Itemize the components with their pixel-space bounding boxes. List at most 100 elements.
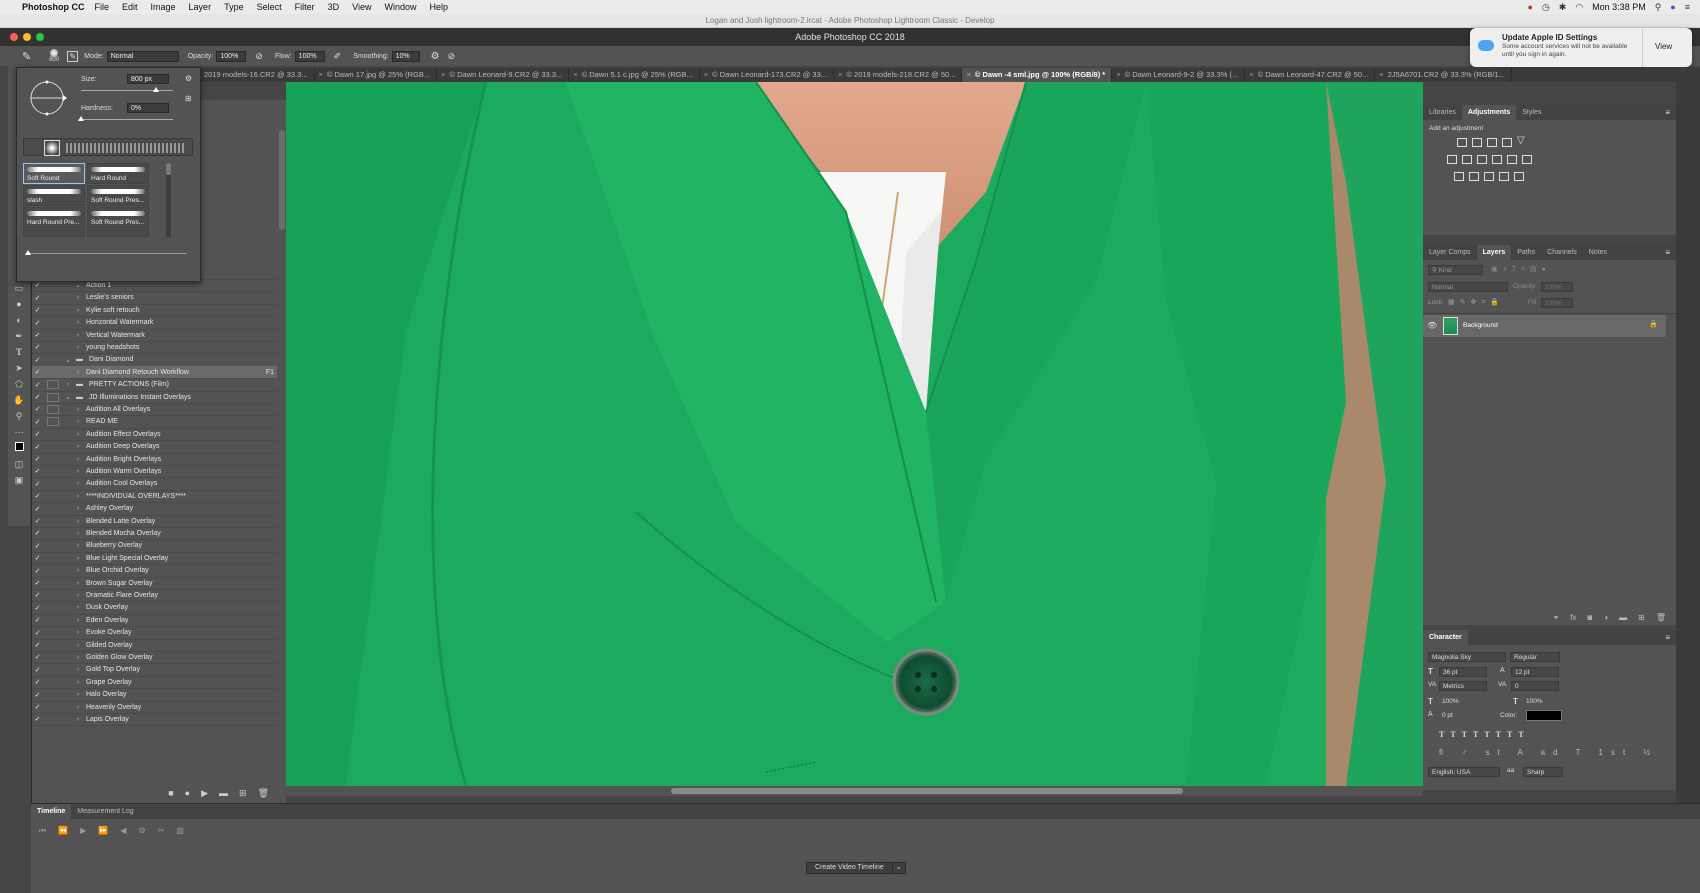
chevron-down-icon[interactable]: ⌄	[63, 393, 73, 401]
shape-tool-icon[interactable]: ⬠	[8, 376, 30, 392]
action-toggle-checkbox[interactable]: ✓	[32, 492, 43, 500]
close-tab-icon[interactable]: ×	[966, 70, 970, 79]
chevron-right-icon[interactable]: ›	[73, 592, 83, 599]
audio-icon[interactable]: ◀	[120, 826, 126, 836]
dialog-toggle[interactable]	[47, 331, 59, 340]
menu-view[interactable]: View	[352, 2, 371, 12]
channel-mixer-icon[interactable]	[1507, 155, 1517, 164]
action-row[interactable]: ✓ › Audition Warm Overlays	[32, 465, 277, 479]
chevron-right-icon[interactable]: ›	[73, 493, 83, 500]
action-toggle-checkbox[interactable]: ✓	[32, 281, 43, 289]
chevron-right-icon[interactable]: ›	[73, 418, 83, 425]
chevron-right-icon[interactable]: ›	[73, 542, 83, 549]
close-tab-icon[interactable]: ×	[1249, 70, 1253, 79]
action-toggle-checkbox[interactable]: ✓	[32, 505, 43, 513]
menu-layer[interactable]: Layer	[189, 2, 212, 12]
font-size-input[interactable]: 36 pt	[1439, 667, 1487, 677]
dialog-toggle[interactable]	[47, 355, 59, 364]
invert-icon[interactable]	[1454, 172, 1464, 181]
add-mask-icon[interactable]: ◙	[1587, 613, 1592, 622]
font-family-select[interactable]: Magnolia Sky	[1428, 652, 1506, 662]
new-adjustment-icon[interactable]: ◑	[1603, 613, 1608, 622]
layers-panel-menu-icon[interactable]: ≡	[1665, 248, 1670, 257]
chevron-right-icon[interactable]: ›	[73, 629, 83, 636]
new-set-folder-icon[interactable]: ▬	[219, 788, 228, 798]
chevron-right-icon[interactable]: ›	[73, 443, 83, 450]
document-tab[interactable]: × © Dawn Leonard-9-2 @ 33.3% (...	[1112, 68, 1246, 82]
action-row[interactable]: ✓ › Gilded Overlay	[32, 639, 277, 652]
action-toggle-checkbox[interactable]: ✓	[32, 691, 43, 699]
action-set-row[interactable]: ✓ ⌄ ▬ Dani Diamond	[32, 354, 277, 367]
recent-brush-strokes[interactable]	[66, 143, 186, 153]
action-toggle-checkbox[interactable]: ✓	[32, 356, 43, 364]
vertical-scale-input[interactable]: 100%	[1439, 697, 1487, 707]
brush-size-input[interactable]: 800 px	[127, 74, 169, 84]
dialog-toggle[interactable]	[47, 467, 59, 476]
wifi-icon[interactable]: ◠	[1575, 2, 1583, 13]
action-toggle-checkbox[interactable]: ✓	[32, 455, 43, 463]
action-row[interactable]: ✓ › READ ME	[32, 416, 277, 429]
chevron-right-icon[interactable]: ›	[73, 691, 83, 698]
action-toggle-checkbox[interactable]: ✓	[32, 616, 43, 624]
apple-id-notification[interactable]: Update Apple ID Settings Some account se…	[1470, 28, 1692, 67]
tab-channels[interactable]: Channels	[1541, 245, 1583, 260]
text-color-swatch[interactable]	[1526, 710, 1562, 721]
action-row[interactable]: ✓ › Audition Effect Overlays	[32, 428, 277, 442]
pressure-opacity-icon[interactable]: ⊘	[255, 51, 263, 62]
leading-input[interactable]: 12 pt	[1511, 667, 1559, 677]
document-tab[interactable]: × © Dawn Leonard-9.CR2 @ 33.3...	[437, 68, 570, 82]
action-toggle-checkbox[interactable]: ✓	[32, 393, 43, 401]
layer-filter-icons[interactable]: ▣◑T⌗▤●	[1491, 265, 1551, 274]
preset-hard-round-pressure[interactable]: Hard Round Pre...	[23, 207, 85, 228]
menu-window[interactable]: Window	[384, 2, 416, 12]
presets-scrollbar[interactable]	[166, 163, 171, 237]
chevron-right-icon[interactable]: ›	[73, 332, 83, 339]
blur-tool-icon[interactable]: ●	[8, 296, 30, 312]
action-row[interactable]: ✓ › ****INDIVIDUAL OVERLAYS****	[32, 490, 277, 504]
dialog-toggle[interactable]	[47, 442, 59, 451]
tab-character[interactable]: Character	[1423, 630, 1468, 645]
chevron-right-icon[interactable]: ›	[73, 480, 83, 487]
pen-tool-icon[interactable]: ✒	[8, 328, 30, 344]
action-toggle-checkbox[interactable]: ✓	[32, 443, 43, 451]
chevron-down-icon[interactable]: ⌄	[73, 281, 83, 289]
panel-menu-icon[interactable]: ≡	[1665, 108, 1670, 117]
zoom-window-button[interactable]	[36, 33, 44, 41]
dialog-toggle[interactable]	[47, 306, 59, 315]
dialog-toggle[interactable]	[47, 566, 59, 575]
chevron-right-icon[interactable]: ›	[73, 530, 83, 537]
action-row[interactable]: ✓ › Vertical Watermark	[32, 329, 277, 342]
action-toggle-checkbox[interactable]: ✓	[32, 306, 43, 314]
zoom-tool-icon[interactable]: ⚲	[8, 408, 30, 424]
gear-icon[interactable]: ⚙	[431, 51, 440, 62]
vibrance-icon[interactable]: ▽	[1517, 135, 1525, 146]
new-group-icon[interactable]: ▬	[1619, 613, 1627, 622]
menu-filter[interactable]: Filter	[295, 2, 315, 12]
action-toggle-checkbox[interactable]: ✓	[32, 678, 43, 686]
action-row[interactable]: ✓ › Blueberry Overlay	[32, 540, 277, 553]
chevron-right-icon[interactable]: ›	[73, 704, 83, 711]
action-row[interactable]: ✓ › Dani Diamond Retouch Workflow F1	[32, 366, 277, 380]
dialog-toggle[interactable]	[47, 653, 59, 662]
close-tab-icon[interactable]: ×	[1379, 70, 1383, 79]
layer-visibility-eye-icon[interactable]: 👁	[1427, 321, 1437, 330]
action-row[interactable]: ✓ › Audition Cool Overlays	[32, 478, 277, 491]
tab-notes[interactable]: Notes	[1583, 245, 1613, 260]
color-lookup-icon[interactable]	[1522, 155, 1532, 164]
action-row[interactable]: ✓ › Evoke Overlay	[32, 627, 277, 640]
chevron-right-icon[interactable]: ›	[73, 642, 83, 649]
brightness-contrast-icon[interactable]	[1457, 138, 1467, 147]
tab-adjustments[interactable]: Adjustments	[1461, 105, 1517, 120]
layer-row-background[interactable]: 👁 Background 🔒	[1423, 315, 1666, 337]
fill-input[interactable]: 100%	[1541, 298, 1573, 308]
action-toggle-checkbox[interactable]: ✓	[32, 517, 43, 525]
action-set-row[interactable]: ✓ › ▬ PRETTY ACTIONS (Film)	[32, 379, 277, 392]
scrollbar-thumb[interactable]	[671, 788, 1183, 794]
previous-frame-icon[interactable]: ⏪	[58, 826, 68, 836]
hue-saturation-icon[interactable]	[1447, 155, 1457, 164]
action-toggle-checkbox[interactable]: ✓	[32, 331, 43, 339]
close-tab-icon[interactable]: ×	[704, 70, 708, 79]
action-toggle-checkbox[interactable]: ✓	[32, 554, 43, 562]
action-toggle-checkbox[interactable]: ✓	[32, 703, 43, 711]
chevron-right-icon[interactable]: ›	[63, 381, 73, 388]
